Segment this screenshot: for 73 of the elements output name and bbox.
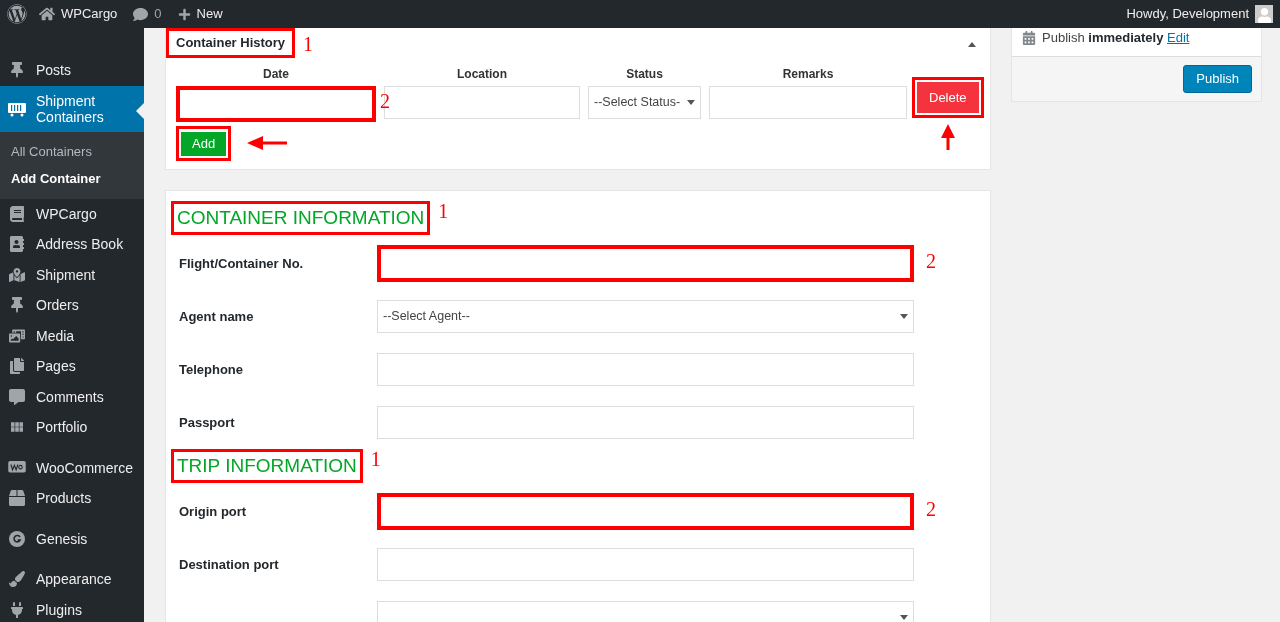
dropdown-arrow-icon (900, 313, 908, 319)
sidebar-item[interactable]: Plugins (0, 594, 144, 622)
select-field[interactable]: --Select Status- (588, 86, 701, 119)
dropdown-arrow-icon (687, 100, 695, 105)
publish-status: Publish immediately Edit (1042, 29, 1190, 48)
sidebar-item[interactable]: Shipment Containers (0, 85, 144, 132)
select-field[interactable]: --Select Agent-- (377, 299, 914, 333)
plus-icon[interactable] (177, 7, 191, 21)
section-title: TRIP INFORMATION (177, 453, 357, 478)
sidebar-item[interactable]: Comments (0, 381, 144, 412)
section-title: CONTAINER INFORMATION (177, 205, 425, 230)
g-logo-icon (9, 530, 25, 547)
edit-link[interactable]: Edit (1167, 30, 1190, 46)
map-icon (9, 266, 25, 283)
container-icon (7, 100, 27, 117)
publish-button[interactable]: Publish (1183, 65, 1252, 93)
sidebar-item[interactable]: Address Book (0, 229, 144, 260)
woo-icon (8, 460, 26, 475)
field-label: Telephone (179, 362, 244, 378)
calendar-icon (1022, 31, 1036, 45)
callout-number: 2 (926, 498, 936, 521)
sidebar-item[interactable]: Appearance (0, 564, 144, 595)
current-pointer-icon (136, 102, 144, 119)
comment-icon (9, 388, 25, 405)
sidebar-item[interactable]: WooCommerce (0, 452, 144, 483)
field-label: Passport (179, 415, 235, 431)
field-label: Agent name (179, 309, 254, 325)
column-heading: Remarks (782, 66, 834, 83)
callout-number: 1 (303, 33, 314, 55)
field-label: Origin port (179, 504, 247, 520)
text-field[interactable] (377, 244, 914, 282)
plug-icon (9, 601, 25, 618)
address-book-icon (9, 236, 25, 253)
callout-number: 2 (926, 250, 936, 273)
sidebar-item[interactable]: WPCargo (0, 198, 144, 229)
wordpress-logo-icon[interactable] (7, 4, 27, 24)
sidebar-item[interactable]: Products (0, 483, 144, 514)
sidebar-item[interactable]: Posts (0, 55, 144, 86)
delete-button[interactable]: Delete (917, 82, 979, 113)
sidebar-item[interactable]: Genesis (0, 523, 144, 554)
submenu-item[interactable]: Add Container (0, 165, 144, 193)
home-icon[interactable] (39, 6, 55, 22)
column-heading: Date (263, 66, 289, 83)
greeting-link[interactable]: Howdy, Development (1126, 4, 1249, 24)
text-field[interactable] (176, 86, 376, 122)
callout-number: 2 (380, 90, 390, 112)
new-link[interactable]: New (196, 4, 223, 24)
field-label: Flight/Container No. (179, 256, 304, 272)
sidebar-item[interactable]: Shipment (0, 259, 144, 290)
panel-title: Container History (175, 34, 287, 53)
pages-icon (9, 358, 25, 375)
field-label: Destination port (179, 557, 279, 573)
sidebar-item[interactable]: Pages (0, 351, 144, 382)
pin-icon (9, 62, 25, 79)
comment-icon[interactable] (133, 6, 149, 22)
site-link[interactable]: WPCargo (61, 4, 118, 24)
text-field[interactable] (377, 492, 914, 530)
sidebar-item[interactable]: Orders (0, 290, 144, 321)
media-icon (9, 327, 25, 344)
callout-number: 1 (438, 200, 449, 221)
submenu-item[interactable]: All Containers (0, 137, 144, 165)
collapse-caret-icon[interactable] (968, 41, 976, 47)
book-icon (9, 205, 25, 222)
column-heading: Status (626, 66, 663, 83)
sidebar-item[interactable]: Portfolio (0, 412, 144, 443)
brush-icon (9, 571, 25, 588)
dropdown-arrow-icon (900, 614, 908, 620)
callout-number: 1 (370, 448, 381, 469)
box-icon (9, 490, 25, 507)
comment-count[interactable]: 0 (154, 4, 162, 24)
sidebar-item[interactable]: Media (0, 320, 144, 351)
column-heading: Location (457, 66, 507, 83)
pin-icon (9, 297, 25, 314)
